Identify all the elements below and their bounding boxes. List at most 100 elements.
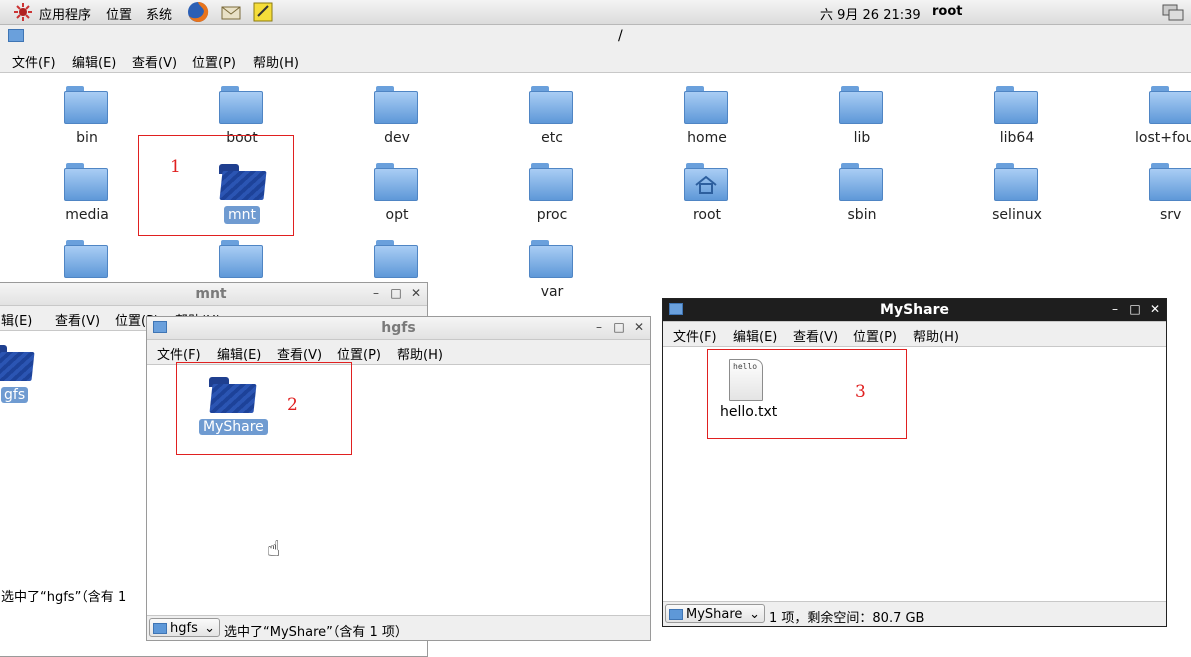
location-label: hgfs <box>170 621 198 636</box>
mail-icon[interactable] <box>220 2 242 22</box>
folder-icon[interactable] <box>1149 86 1191 124</box>
folder-label-dev[interactable]: dev <box>337 130 457 146</box>
folder-icon <box>8 29 24 42</box>
firefox-icon[interactable] <box>187 1 209 23</box>
folder-label-sbin[interactable]: sbin <box>802 207 922 223</box>
folder-label-root[interactable]: root <box>647 207 767 223</box>
close-button[interactable]: ✕ <box>632 320 646 334</box>
folder-icon[interactable] <box>64 163 108 201</box>
menu-go[interactable]: 位置(P) <box>337 344 381 363</box>
maximize-button[interactable]: □ <box>1128 302 1142 316</box>
annotation-box-1 <box>138 135 294 236</box>
menu-view[interactable]: 查看(V) <box>132 52 177 71</box>
close-button[interactable]: ✕ <box>409 286 423 300</box>
folder-icon[interactable] <box>374 163 418 201</box>
folder-icon[interactable] <box>1149 163 1191 201</box>
menu-edit[interactable]: 编辑(E) <box>72 52 116 71</box>
main-menubar: 文件(F) 编辑(E) 查看(V) 位置(P) 帮助(H) <box>0 48 1191 73</box>
folder-icon[interactable] <box>64 86 108 124</box>
folder-icon <box>669 609 683 620</box>
apps-menu-icon[interactable] <box>14 3 32 21</box>
folder-icon[interactable] <box>219 240 263 278</box>
location-label: MyShare <box>686 607 743 622</box>
menu-places[interactable]: 位置 <box>106 4 132 23</box>
notes-icon[interactable] <box>252 1 274 23</box>
maximize-button[interactable]: □ <box>389 286 403 300</box>
menu-file[interactable]: 文件(F) <box>157 344 201 363</box>
menu-view[interactable]: 查看(V) <box>55 310 100 329</box>
minimize-button[interactable]: – <box>592 320 606 334</box>
folder-icon <box>153 321 167 333</box>
folder-label-var[interactable]: var <box>492 284 612 300</box>
folder-label-opt[interactable]: opt <box>337 207 457 223</box>
folder-icon[interactable] <box>839 86 883 124</box>
menu-file[interactable]: 文件(F) <box>673 326 717 345</box>
menu-view[interactable]: 查看(V) <box>793 326 838 345</box>
menu-go[interactable]: 位置(P) <box>853 326 897 345</box>
hgfs-statusbar: hgfs ⌄ 选中了“MyShare”（含有 1 项） <box>147 615 650 640</box>
folder-icon[interactable] <box>684 86 728 124</box>
menu-system[interactable]: 系统 <box>146 4 172 23</box>
folder-label-selinux[interactable]: selinux <box>957 207 1077 223</box>
folder-label-srv[interactable]: srv <box>1160 207 1181 223</box>
folder-icon[interactable] <box>374 240 418 278</box>
menu-help[interactable]: 帮助(H) <box>397 344 443 363</box>
maximize-button[interactable]: □ <box>612 320 626 334</box>
myshare-window-title: MyShare <box>880 302 949 318</box>
hgfs-window-titlebar[interactable]: hgfs – □ ✕ <box>147 317 650 340</box>
myshare-menubar: 文件(F) 编辑(E) 查看(V) 位置(P) 帮助(H) <box>663 322 1166 347</box>
folder-icon[interactable] <box>994 163 1038 201</box>
myshare-window-titlebar[interactable]: MyShare – □ ✕ <box>663 299 1166 322</box>
clock[interactable]: 六 9月 26 21:39 <box>820 4 921 23</box>
hand-cursor-icon: ☝ <box>267 537 281 562</box>
folder-icon[interactable] <box>219 86 263 124</box>
menu-file[interactable]: 文件(F) <box>12 52 56 71</box>
myshare-window[interactable]: MyShare – □ ✕ 文件(F) 编辑(E) 查看(V) 位置(P) 帮助… <box>662 298 1167 627</box>
minimize-button[interactable]: – <box>369 286 383 300</box>
annotation-box-3 <box>707 349 907 439</box>
close-button[interactable]: ✕ <box>1148 302 1162 316</box>
folder-label-media[interactable]: media <box>27 207 147 223</box>
menu-applications[interactable]: 应用程序 <box>39 4 91 23</box>
folder-label-hgfs[interactable]: gfs <box>1 387 29 403</box>
folder-icon[interactable] <box>374 86 418 124</box>
folder-label-home[interactable]: home <box>647 130 767 146</box>
home-folder-icon[interactable] <box>684 163 728 201</box>
folder-icon[interactable] <box>529 240 573 278</box>
myshare-status-text: 1 项，剩余空间：80.7 GB <box>769 611 925 626</box>
menu-help[interactable]: 帮助(H) <box>253 52 299 71</box>
menu-edit[interactable]: 编辑(E) <box>217 344 261 363</box>
annotation-number-3: 3 <box>855 382 866 402</box>
chevron-down-icon: ⌄ <box>204 621 215 636</box>
mnt-window-titlebar[interactable]: mnt – □ ✕ <box>0 283 427 306</box>
annotation-number-1: 1 <box>170 157 181 177</box>
folder-label-lib[interactable]: lib <box>802 130 922 146</box>
folder-label-lost-found[interactable]: lost+fou <box>1135 130 1191 146</box>
folder-label-proc[interactable]: proc <box>492 207 612 223</box>
folder-label-bin[interactable]: bin <box>27 130 147 146</box>
folder-label-etc[interactable]: etc <box>492 130 612 146</box>
mnt-status-text: 选中了“hgfs”（含有 1 <box>1 590 127 605</box>
folder-label-lib64[interactable]: lib64 <box>957 130 1077 146</box>
folder-icon[interactable] <box>994 86 1038 124</box>
folder-icon[interactable] <box>529 86 573 124</box>
window-title: / <box>618 28 623 44</box>
folder-selected-icon[interactable] <box>0 345 35 381</box>
menu-go[interactable]: 位置(P) <box>192 52 236 71</box>
user-name[interactable]: root <box>932 4 963 19</box>
folder-icon[interactable] <box>64 240 108 278</box>
location-dropdown[interactable]: hgfs ⌄ <box>149 618 220 637</box>
folder-icon[interactable] <box>529 163 573 201</box>
network-icon[interactable] <box>1161 3 1185 21</box>
folder-icon[interactable] <box>839 163 883 201</box>
hgfs-window[interactable]: hgfs – □ ✕ 文件(F) 编辑(E) 查看(V) 位置(P) 帮助(H)… <box>146 316 651 641</box>
menu-edit[interactable]: 编辑(E) <box>733 326 777 345</box>
menu-edit[interactable]: 辑(E) <box>1 310 32 329</box>
menu-view[interactable]: 查看(V) <box>277 344 322 363</box>
minimize-button[interactable]: – <box>1108 302 1122 316</box>
mnt-window-title: mnt <box>195 286 227 302</box>
top-panel: 应用程序 位置 系统 六 9月 26 21:39 root <box>0 0 1191 25</box>
menu-help[interactable]: 帮助(H) <box>913 326 959 345</box>
hgfs-window-title: hgfs <box>381 320 416 336</box>
location-dropdown[interactable]: MyShare ⌄ <box>665 604 765 623</box>
